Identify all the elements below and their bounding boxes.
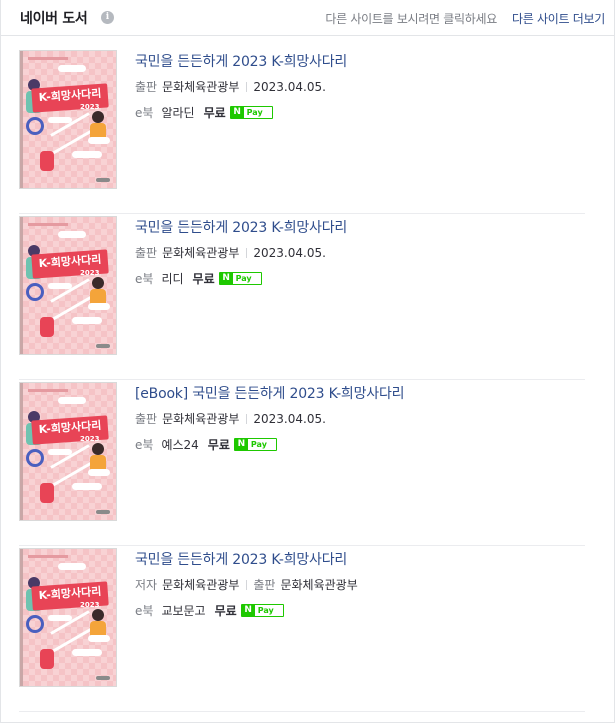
cover-year: 2023 [80, 103, 100, 111]
book-meta: 출판 문화체육관광부 2023.04.05. [135, 244, 326, 261]
cover-year: 2023 [80, 435, 100, 443]
book-title-link[interactable]: 국민을 든든하게 2023 K-희망사다리 [135, 51, 347, 71]
book-title-link[interactable]: 국민을 든든하게 2023 K-희망사다리 [135, 549, 347, 569]
naver-pay-badge: N Pay [233, 438, 277, 451]
ebook-store-link[interactable]: 알라딘 [161, 106, 194, 120]
ebook-purchase-row: e북 리디 무료 N Pay [135, 270, 262, 287]
meta-key: 출판 [135, 412, 158, 426]
naver-pay-badge: N Pay [218, 272, 262, 285]
book-item: K-희망사다리 2023 국민을 든든하게 2023 K-희망사다리 출판 문화체… [19, 214, 585, 380]
meta-divider [246, 580, 248, 590]
book-cover-thumbnail[interactable]: K-희망사다리 2023 [19, 50, 117, 189]
meta-value: 문화체육관광부 [162, 578, 240, 592]
meta-value: 문화체육관광부 [162, 80, 240, 94]
ebook-store-link[interactable]: 리디 [161, 272, 183, 286]
ebook-label: e북 [135, 438, 154, 452]
meta-key: 출판 [135, 246, 158, 260]
book-title-link[interactable]: 국민을 든든하게 2023 K-희망사다리 [135, 217, 347, 237]
naver-pay-label: Pay [250, 440, 267, 449]
meta-value: 문화체육관광부 [162, 412, 240, 426]
book-cover-thumbnail[interactable]: K-희망사다리 2023 [19, 216, 117, 355]
panel-title: 네이버 도서 [20, 11, 88, 27]
info-icon[interactable]: i [101, 11, 114, 24]
book-cover-thumbnail[interactable]: K-희망사다리 2023 [19, 548, 117, 687]
book-meta: 저자 문화체육관광부 출판 문화체육관광부 [135, 576, 358, 593]
meta-value: 문화체육관광부 [162, 246, 240, 260]
more-sites-link[interactable]: 다른 사이트 더보기 [512, 10, 605, 27]
naver-pay-n-icon: N [219, 273, 233, 284]
meta-value: 문화체육관광부 [280, 578, 358, 592]
ebook-price: 무료 [207, 438, 230, 452]
meta-key: 저자 [135, 578, 158, 592]
cover-year: 2023 [80, 601, 100, 609]
naver-pay-n-icon: N [241, 605, 255, 616]
ebook-store-link[interactable]: 교보문고 [161, 604, 205, 618]
book-title-link[interactable]: [eBook] 국민을 든든하게 2023 K-희망사다리 [135, 383, 405, 403]
ebook-price: 무료 [192, 272, 215, 286]
meta-divider [246, 248, 248, 258]
ebook-price: 무료 [214, 604, 237, 618]
naver-pay-label: Pay [257, 606, 274, 615]
meta-value: 2023.04.05. [253, 80, 326, 94]
meta-value: 2023.04.05. [253, 246, 326, 260]
book-meta: 출판 문화체육관광부 2023.04.05. [135, 410, 326, 427]
book-item: K-희망사다리 2023 국민을 든든하게 2023 K-희망사다리 출판 문화체… [19, 48, 585, 214]
ebook-purchase-row: e북 알라딘 무료 N Pay [135, 104, 273, 121]
ebook-label: e북 [135, 272, 154, 286]
book-cover-thumbnail[interactable]: K-희망사다리 2023 [19, 382, 117, 521]
meta-key: 출판 [135, 80, 158, 94]
naver-pay-label: Pay [235, 274, 252, 283]
meta-divider [246, 414, 248, 424]
naver-pay-badge: N Pay [229, 106, 273, 119]
naver-pay-label: Pay [246, 108, 263, 117]
naver-pay-n-icon: N [234, 439, 248, 450]
ebook-store-link[interactable]: 예스24 [161, 438, 198, 452]
naver-pay-n-icon: N [230, 107, 244, 118]
ebook-price: 무료 [203, 106, 226, 120]
naver-pay-badge: N Pay [240, 604, 284, 617]
panel-header: 네이버 도서 i 다른 사이트를 보시려면 클릭하세요 다른 사이트 더보기 [1, 0, 614, 36]
book-item: K-희망사다리 2023 [eBook] 국민을 든든하게 2023 K-희망사… [19, 380, 585, 546]
meta-key: 출판 [253, 578, 276, 592]
header-hint-text: 다른 사이트를 보시려면 클릭하세요 [325, 12, 497, 26]
book-item: K-희망사다리 2023 국민을 든든하게 2023 K-희망사다리 저자 문화체… [19, 546, 585, 712]
cover-year: 2023 [80, 269, 100, 277]
ebook-label: e북 [135, 604, 154, 618]
meta-value: 2023.04.05. [253, 412, 326, 426]
meta-divider [246, 82, 248, 92]
book-meta: 출판 문화체육관광부 2023.04.05. [135, 78, 326, 95]
naver-book-panel: 네이버 도서 i 다른 사이트를 보시려면 클릭하세요 다른 사이트 더보기 K… [0, 0, 615, 723]
ebook-label: e북 [135, 106, 154, 120]
ebook-purchase-row: e북 예스24 무료 N Pay [135, 436, 277, 453]
ebook-purchase-row: e북 교보문고 무료 N Pay [135, 602, 284, 619]
